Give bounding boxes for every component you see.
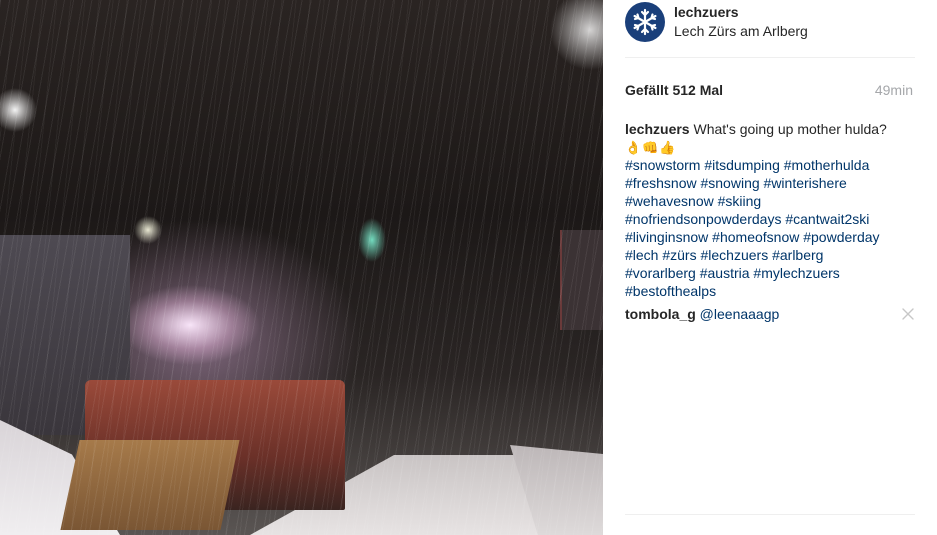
hashtag-line: #nofriendsonpowderdays #cantwait2ski bbox=[625, 210, 915, 228]
comment-divider bbox=[625, 514, 915, 515]
hashtag-line: #livinginsnow #homeofsnow #powderday bbox=[625, 228, 915, 246]
post-sidebar: lechzuers Lech Zürs am Arlberg Gefällt 5… bbox=[603, 0, 937, 535]
hashtag-line: #snowstorm #itsdumping #motherhulda bbox=[625, 156, 915, 174]
hashtag-link[interactable]: #austria bbox=[700, 265, 750, 281]
caption-emojis: 👌 👊 👍 bbox=[625, 139, 676, 156]
post-caption: lechzuers What's going up mother hulda? … bbox=[625, 120, 915, 300]
hashtag-link[interactable]: #skiing bbox=[718, 193, 762, 209]
hashtag-link[interactable]: #arlberg bbox=[772, 247, 823, 263]
hashtag-list: #snowstorm #itsdumping #motherhulda #fre… bbox=[625, 156, 915, 300]
hashtag-link[interactable]: #cantwait2ski bbox=[785, 211, 869, 227]
hashtag-link[interactable]: #freshsnow bbox=[625, 175, 697, 191]
hashtag-link[interactable]: #snowing bbox=[700, 175, 759, 191]
hashtag-link[interactable]: #mylechzuers bbox=[753, 265, 839, 281]
hashtag-link[interactable]: #livinginsnow bbox=[625, 229, 708, 245]
hashtag-link[interactable]: #snowstorm bbox=[625, 157, 700, 173]
hashtag-link[interactable]: #lech bbox=[625, 247, 658, 263]
caption-username[interactable]: lechzuers bbox=[625, 121, 690, 137]
hashtag-line: #vorarlberg #austria #mylechzuers bbox=[625, 264, 915, 282]
thumbs-up-emoji-icon: 👍 bbox=[659, 140, 676, 155]
close-icon[interactable] bbox=[901, 306, 915, 322]
hashtag-link[interactable]: #vorarlberg bbox=[625, 265, 696, 281]
post-photo[interactable] bbox=[0, 0, 603, 535]
hashtag-line: #bestofthealps bbox=[625, 282, 915, 300]
post-time[interactable]: 49min bbox=[875, 82, 913, 98]
hashtag-link[interactable]: #lechzuers bbox=[700, 247, 768, 263]
hashtag-line: #freshsnow #snowing #winterishere bbox=[625, 174, 915, 192]
comment-row: tombola_g @leenaaagp bbox=[625, 306, 915, 326]
hashtag-line: #wehavesnow #skiing bbox=[625, 192, 915, 210]
hashtag-link[interactable]: #bestofthealps bbox=[625, 283, 716, 299]
hashtag-link[interactable]: #wehavesnow bbox=[625, 193, 714, 209]
post-location[interactable]: Lech Zürs am Arlberg bbox=[674, 23, 808, 39]
likes-count[interactable]: Gefällt 512 Mal bbox=[625, 82, 723, 98]
hashtag-link[interactable]: #zürs bbox=[662, 247, 696, 263]
hashtag-link[interactable]: #itsdumping bbox=[704, 157, 780, 173]
post-username[interactable]: lechzuers bbox=[674, 4, 739, 20]
hashtag-line: #lech #zürs #lechzuers #arlberg bbox=[625, 246, 915, 264]
fist-emoji-icon: 👊 bbox=[642, 140, 659, 155]
caption-text: What's going up mother hulda? bbox=[693, 121, 887, 137]
ok-hand-emoji-icon: 👌 bbox=[625, 140, 642, 155]
hashtag-link[interactable]: #homeofsnow bbox=[712, 229, 799, 245]
hashtag-link[interactable]: #winterishere bbox=[764, 175, 847, 191]
comment-username[interactable]: tombola_g bbox=[625, 306, 696, 322]
snowflake-logo-icon[interactable] bbox=[625, 2, 665, 42]
photo-falling-snow bbox=[0, 0, 603, 535]
post-header: lechzuers Lech Zürs am Arlberg bbox=[625, 0, 915, 58]
hashtag-link[interactable]: #powderday bbox=[803, 229, 879, 245]
hashtag-link[interactable]: #motherhulda bbox=[784, 157, 870, 173]
hashtag-link[interactable]: #nofriendsonpowderdays bbox=[625, 211, 781, 227]
comment-mention[interactable]: @leenaaagp bbox=[700, 306, 780, 322]
